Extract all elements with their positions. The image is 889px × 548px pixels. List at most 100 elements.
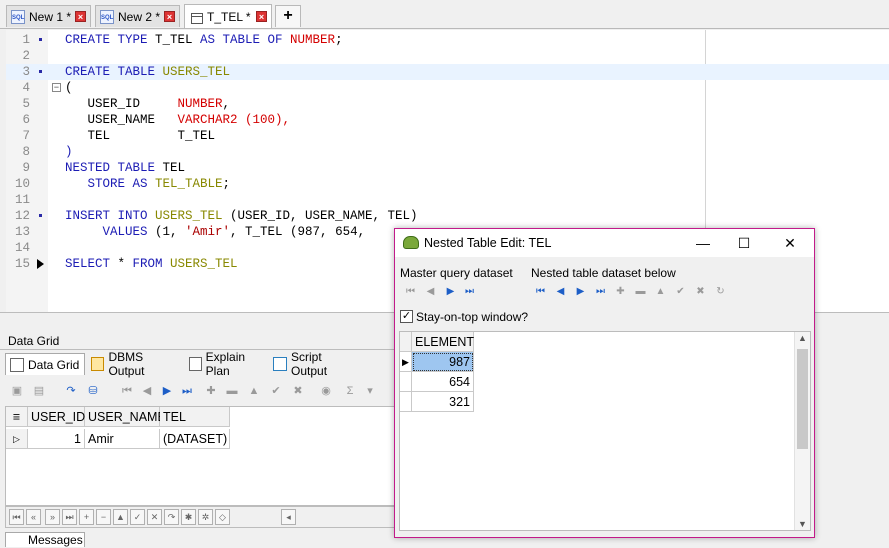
last-record-icon[interactable]: ⏭	[178, 382, 196, 400]
column-header[interactable]: USER_NAME	[85, 407, 166, 427]
line-number: 1	[22, 33, 30, 47]
dialog-title-bar[interactable]: Nested Table Edit: TEL — ☐ ✕	[395, 229, 814, 257]
tab-explain-plan[interactable]: Explain Plan	[185, 350, 269, 378]
code-line: 10 STORE AS TEL_TABLE;	[6, 176, 889, 192]
dialog-title: Nested Table Edit: TEL	[424, 236, 552, 250]
scroll-down-icon[interactable]: ▼	[798, 519, 807, 529]
tab-new-1[interactable]: SQL New 1 * ×	[6, 5, 91, 27]
grid-navigator: ⏮ « » ⏭ + − ▲ ✓ ✕ ↷ ✱ ✲ ◇ ◂	[5, 506, 395, 528]
statement-marker-icon	[39, 38, 42, 41]
tab-messages[interactable]: Messages	[5, 532, 85, 547]
refresh-icon[interactable]: ↷	[164, 509, 179, 525]
last-record-icon[interactable]: ⏭	[62, 509, 77, 525]
maximize-icon[interactable]: ☐	[733, 233, 755, 253]
table-cell-selected[interactable]: 987	[412, 352, 474, 372]
insert-record-icon[interactable]: ✚	[202, 382, 220, 400]
line-number: 15	[14, 257, 30, 271]
first-record-icon[interactable]: ⏮	[118, 382, 136, 400]
post-edit-icon[interactable]: ✓	[130, 509, 145, 525]
filter-icon[interactable]: ◇	[215, 509, 230, 525]
master-first-icon[interactable]: ⏮	[403, 284, 418, 299]
line-number: 4	[22, 81, 30, 95]
data-grid-panel-header: Data Grid	[0, 332, 395, 350]
tab-label: Script Output	[291, 350, 328, 378]
master-last-icon[interactable]: ⏭	[462, 284, 477, 299]
sum-icon[interactable]: Σ	[341, 382, 359, 400]
tab-script-output[interactable]: Script Output	[269, 350, 365, 378]
table-cell[interactable]: 321	[412, 392, 474, 412]
close-icon[interactable]: ×	[75, 11, 87, 22]
insert-record-icon[interactable]: +	[79, 509, 94, 525]
next-record-icon[interactable]: ▶	[158, 382, 176, 400]
nested-post-icon[interactable]: ✔	[673, 284, 688, 299]
cancel-edit-icon[interactable]: ✕	[147, 509, 162, 525]
fetch-all-icon[interactable]: ⛁	[84, 382, 102, 400]
tab-label: Data Grid	[28, 357, 80, 372]
tab-t-tel[interactable]: T_TEL * ×	[184, 4, 272, 28]
dbms-output-icon	[91, 357, 105, 371]
close-icon[interactable]: ×	[164, 11, 176, 22]
stay-on-top-checkbox[interactable]: ✓	[400, 310, 413, 323]
export-icon[interactable]: ▤	[30, 382, 48, 400]
tab-new-2[interactable]: SQL New 2 * ×	[95, 5, 180, 27]
save-icon[interactable]: ▣	[8, 382, 26, 400]
post-edit-icon[interactable]: ✔	[267, 382, 285, 400]
tab-label: DBMS Output	[108, 350, 145, 378]
line-number: 2	[22, 49, 30, 63]
prior-record-icon[interactable]: ◀	[138, 382, 156, 400]
sql-file-icon: SQL	[100, 9, 114, 24]
table-cell[interactable]: 654	[412, 372, 474, 392]
scroll-left-icon[interactable]: ◂	[281, 509, 296, 525]
scroll-up-icon[interactable]: ▲	[798, 333, 807, 343]
line-number: 11	[14, 193, 30, 207]
code-text: USER_NAME VARCHAR2 (100),	[65, 113, 291, 127]
edit-record-icon[interactable]: ▲	[113, 509, 128, 525]
code-text: (	[65, 81, 73, 95]
nested-first-icon[interactable]: ⏮	[533, 284, 548, 299]
row-indicator-icon[interactable]: ▷	[6, 429, 28, 449]
close-icon[interactable]: ✕	[779, 233, 801, 253]
master-prior-icon[interactable]: ◀	[423, 284, 438, 299]
column-header[interactable]: ELEMENT	[412, 332, 474, 352]
nested-prior-icon[interactable]: ◀	[553, 284, 568, 299]
nested-next-icon[interactable]: ▶	[573, 284, 588, 299]
code-text: INSERT INTO USERS_TEL (USER_ID, USER_NAM…	[65, 209, 418, 223]
first-record-icon[interactable]: ⏮	[9, 509, 24, 525]
minimize-icon[interactable]: —	[692, 233, 714, 253]
scrollbar-thumb[interactable]	[797, 349, 808, 449]
table-cell[interactable]: 1	[28, 429, 85, 449]
delete-record-icon[interactable]: ▬	[223, 382, 241, 400]
grid-toolbar: ▣ ▤ ↷ ⛁ ⏮ ◀ ▶ ⏭ ✚ ▬ ▲ ✔ ✖ ◉ Σ ▾	[5, 378, 395, 404]
cancel-edit-icon[interactable]: ✖	[289, 382, 307, 400]
line-number: 8	[22, 145, 30, 159]
prior-page-icon[interactable]: «	[26, 509, 41, 525]
master-next-icon[interactable]: ▶	[443, 284, 458, 299]
close-icon[interactable]: ×	[256, 11, 267, 22]
next-page-icon[interactable]: »	[45, 509, 60, 525]
edit-record-icon[interactable]: ▲	[245, 382, 263, 400]
nested-refresh-icon[interactable]: ↻	[713, 284, 728, 299]
column-header[interactable]: TEL	[160, 407, 230, 427]
filter-icon[interactable]: ◉	[317, 382, 335, 400]
tab-label: Explain Plan	[205, 350, 246, 378]
tab-dbms-output[interactable]: DBMS Output	[87, 350, 183, 378]
grid-corner-icon: ≡	[6, 407, 28, 427]
chevron-down-icon[interactable]: ▾	[361, 382, 379, 400]
nested-edit-icon[interactable]: ▲	[653, 284, 668, 299]
refresh-icon[interactable]: ↷	[62, 382, 80, 400]
statement-marker-icon	[39, 214, 42, 217]
tab-data-grid[interactable]: Data Grid	[5, 353, 85, 375]
table-cell[interactable]: (DATASET)	[160, 429, 230, 449]
table-cell[interactable]: Amir	[85, 429, 160, 449]
nested-last-icon[interactable]: ⏭	[593, 284, 608, 299]
nested-delete-icon[interactable]: ▬	[633, 284, 648, 299]
nested-insert-icon[interactable]: ✚	[613, 284, 628, 299]
vertical-scrollbar[interactable]: ▲ ▼	[794, 332, 810, 530]
clear-bookmark-icon[interactable]: ✲	[198, 509, 213, 525]
delete-record-icon[interactable]: −	[96, 509, 111, 525]
fold-collapse-icon[interactable]: −	[52, 83, 61, 93]
add-tab-button[interactable]: +	[275, 5, 301, 27]
nested-cancel-icon[interactable]: ✖	[693, 284, 708, 299]
bookmark-icon[interactable]: ✱	[181, 509, 196, 525]
column-header[interactable]: USER_ID	[28, 407, 85, 427]
